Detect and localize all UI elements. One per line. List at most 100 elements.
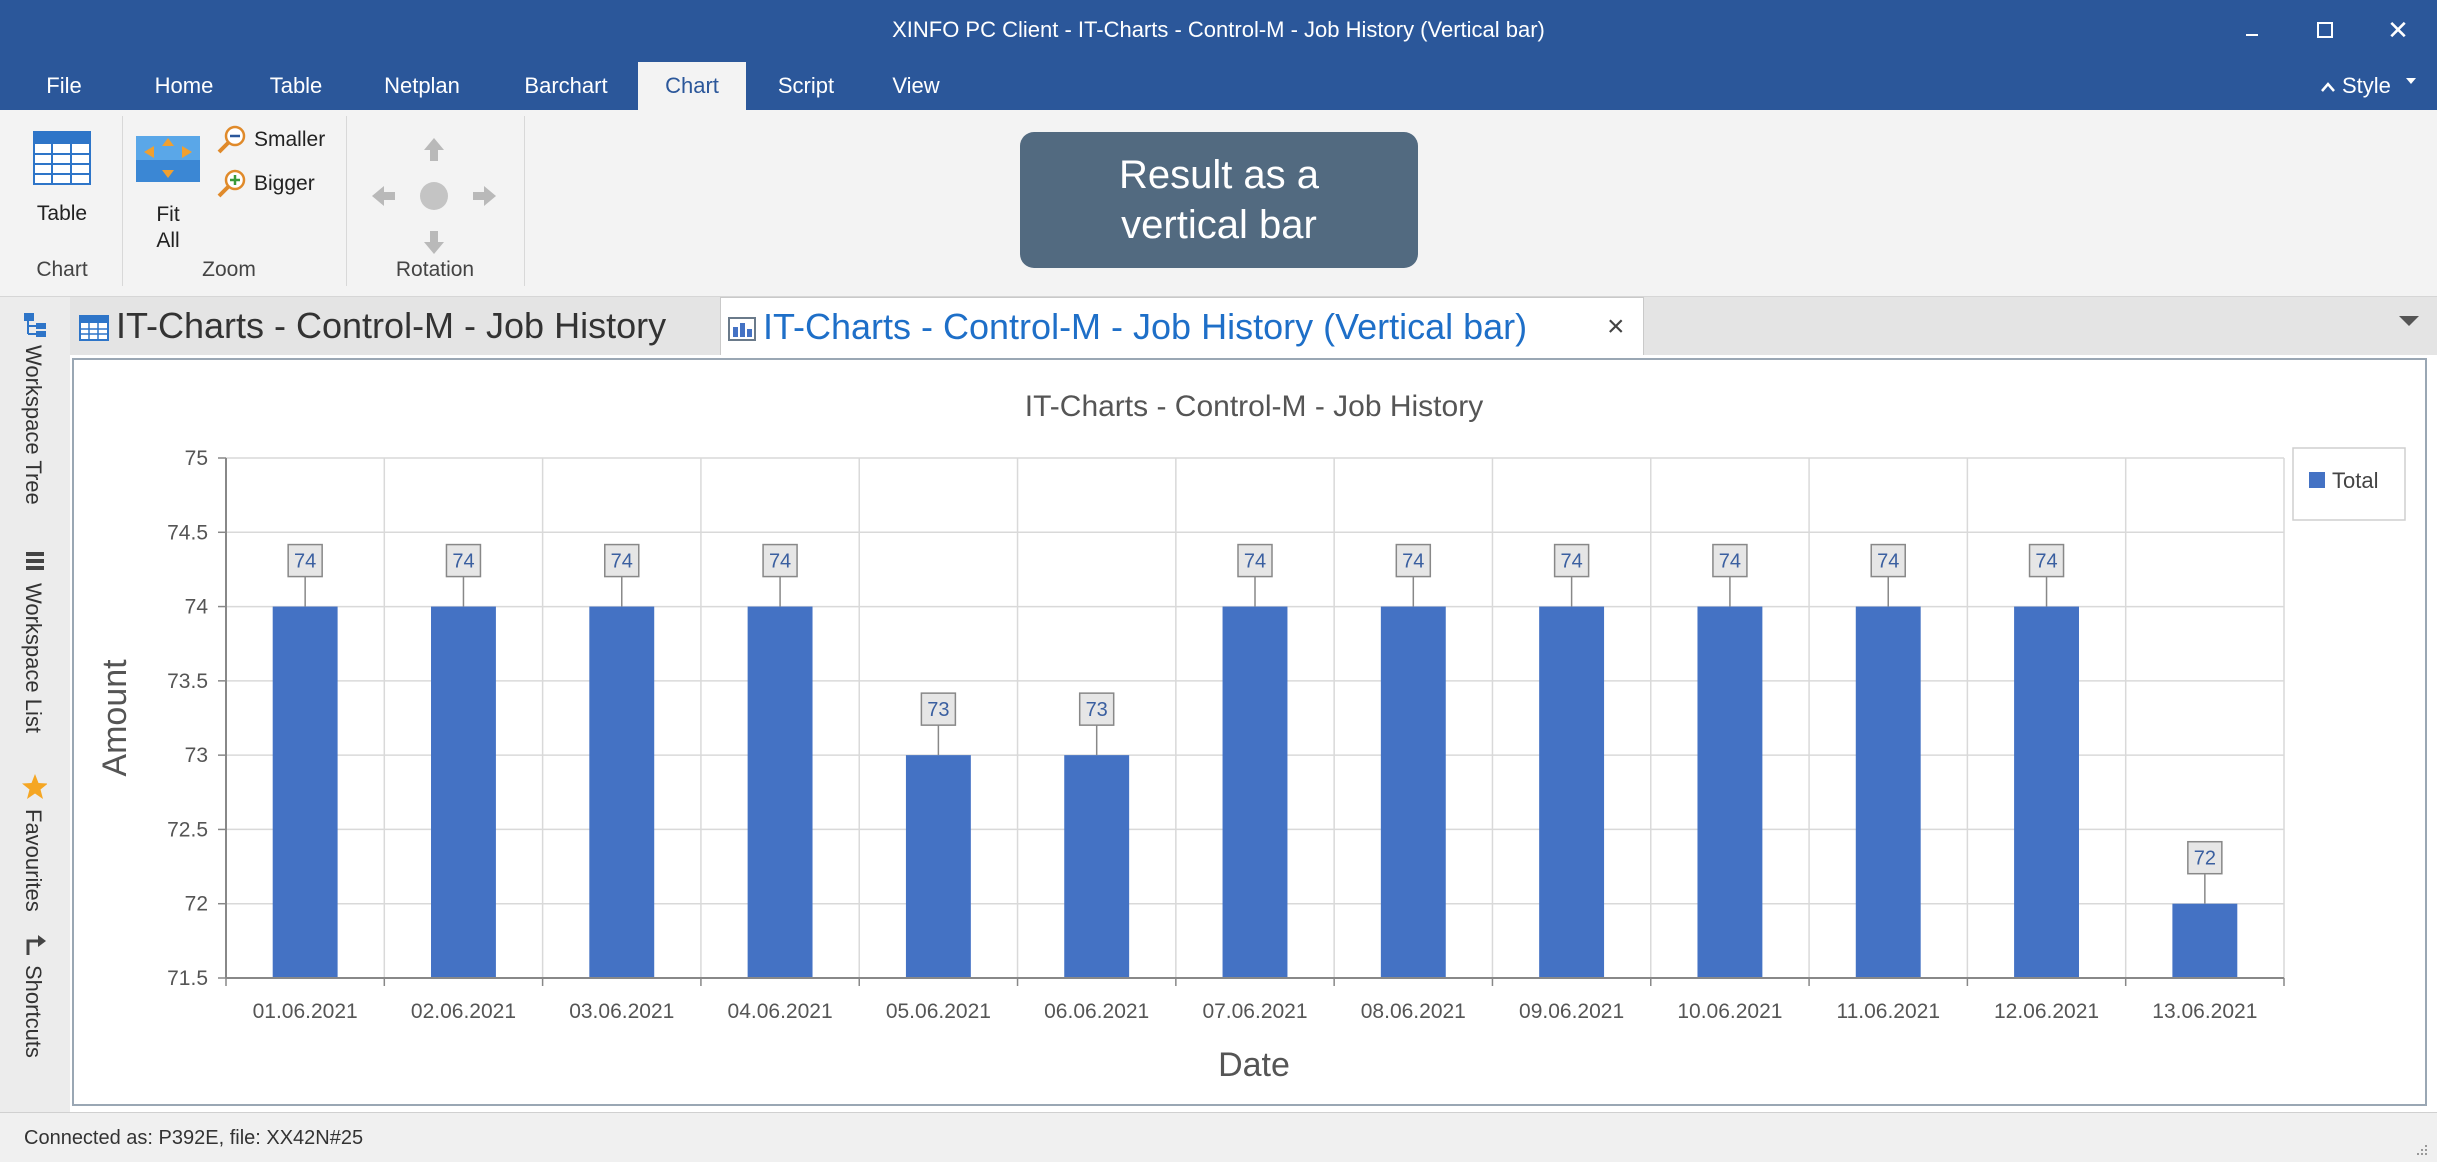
x-tick-label: 08.06.2021 (1361, 1000, 1466, 1023)
bar[interactable] (747, 606, 813, 978)
bar[interactable] (1380, 606, 1446, 978)
data-label: 73 (1086, 699, 1108, 721)
shortcuts-label: Shortcuts (21, 965, 46, 1058)
bar[interactable] (431, 606, 496, 978)
fit-all-label-line1: Fit (156, 203, 180, 226)
bar[interactable] (1697, 606, 1763, 978)
data-label: 74 (1719, 551, 1741, 573)
close-tab-icon[interactable]: × (1607, 298, 1625, 356)
workspace-list-button[interactable]: Workspace List (12, 549, 58, 779)
table-button[interactable]: Table (14, 116, 110, 236)
window-title: XINFO PC Client - IT-Charts - Control-M … (892, 17, 1545, 42)
tab-list-dropdown-icon[interactable] (2399, 316, 2419, 326)
data-label: 74 (294, 551, 316, 573)
legend-label: Total (2332, 468, 2378, 493)
shortcuts-button[interactable]: Shortcuts (12, 931, 58, 1081)
tab-table[interactable]: Table (254, 62, 338, 110)
rotate-right-icon[interactable] (473, 186, 496, 206)
ribbon-separator (122, 116, 123, 286)
data-label: 74 (1244, 551, 1266, 573)
smaller-button[interactable]: Smaller (216, 124, 338, 158)
bigger-label: Bigger (254, 172, 315, 195)
table-icon (33, 131, 91, 185)
callout-line1: Result as a (1118, 153, 1320, 197)
close-icon: ✕ (2387, 14, 2409, 45)
favourites-button[interactable]: Favourites (12, 773, 58, 933)
fit-all-button[interactable]: Fit All (128, 116, 208, 256)
bar[interactable] (589, 606, 655, 978)
x-tick-label: 05.06.2021 (886, 1000, 991, 1023)
bigger-button[interactable]: Bigger (216, 168, 338, 202)
chevron-up-icon (2321, 82, 2335, 93)
x-tick-label: 09.06.2021 (1519, 1000, 1624, 1023)
fit-all-label-line2: All (156, 229, 180, 252)
bar[interactable] (1855, 606, 1921, 978)
tab-barchart[interactable]: Barchart (504, 62, 628, 110)
rotate-left-icon[interactable] (372, 186, 395, 206)
close-button[interactable]: ✕ (2368, 10, 2428, 50)
tab-netplan[interactable]: Netplan (364, 62, 480, 110)
bar[interactable] (272, 606, 338, 978)
group-label-rotation: Rotation (395, 258, 475, 281)
chart-title: IT-Charts - Control-M - Job History (1025, 390, 1483, 423)
x-tick-label: 02.06.2021 (411, 1000, 516, 1023)
bar[interactable] (2014, 606, 2079, 978)
doc-tab-table[interactable]: IT-Charts - Control-M - Job History (78, 297, 710, 355)
chart-panel: IT-Charts - Control-M - Job History 74 74… (72, 358, 2427, 1106)
rotate-down-icon[interactable] (424, 231, 444, 254)
data-label: 74 (1402, 551, 1424, 573)
x-tick-label: 12.06.2021 (1994, 1000, 2099, 1023)
chevron-down-icon (2406, 78, 2416, 84)
workspace-list-label: Workspace List (21, 583, 46, 733)
rotate-reset-icon[interactable] (420, 182, 448, 210)
doc-tab-label: IT-Charts - Control-M - Job History (Ver… (763, 306, 1528, 347)
data-label: 74 (452, 551, 474, 573)
x-tick-label: 04.06.2021 (728, 1000, 833, 1023)
tab-chart[interactable]: Chart (638, 62, 746, 110)
status-bar: Connected as: P392E, file: XX42N#25 (0, 1112, 2437, 1162)
style-menu[interactable]: Style (2320, 62, 2417, 110)
x-tick-label: 11.06.2021 (1836, 1000, 1940, 1023)
tab-home[interactable]: Home (138, 62, 230, 110)
tab-script[interactable]: Script (762, 62, 850, 110)
minimize-button[interactable] (2222, 10, 2282, 50)
workspace-tree-button[interactable]: Workspace Tree (12, 311, 58, 543)
bars (272, 606, 2238, 978)
side-dock: Workspace Tree Workspace List Favourites… (0, 297, 70, 1112)
resize-grip-icon[interactable] (2413, 1141, 2429, 1157)
data-label: 74 (1877, 551, 1899, 573)
chart-window-icon (728, 317, 756, 342)
x-tick-label: 07.06.2021 (1202, 1000, 1307, 1023)
annotation-callout: Result as a vertical bar (1020, 132, 1418, 268)
smaller-label: Smaller (254, 128, 326, 151)
tree-icon (24, 313, 46, 337)
bar[interactable] (1539, 606, 1605, 978)
y-tick-label: 73.5 (167, 670, 208, 693)
bar[interactable] (905, 755, 971, 978)
maximize-icon (2317, 22, 2333, 38)
y-tick-label: 74 (185, 596, 209, 619)
tab-view[interactable]: View (872, 62, 960, 110)
x-tick-label: 06.06.2021 (1044, 1000, 1149, 1023)
shortcut-arrow-icon (26, 935, 46, 955)
title-bar: XINFO PC Client - IT-Charts - Control-M … (0, 0, 2437, 62)
rotation-controls (372, 138, 496, 254)
bar[interactable] (1064, 755, 1130, 978)
y-tick-label: 75 (185, 447, 208, 470)
data-label: 74 (2035, 551, 2057, 573)
y-tick-label: 71.5 (167, 967, 208, 990)
bar[interactable] (2172, 903, 2238, 978)
data-label: 74 (1560, 551, 1582, 573)
table-button-label: Table (36, 202, 88, 225)
bar[interactable] (1222, 606, 1288, 978)
rotate-up-icon[interactable] (424, 138, 444, 161)
table-icon (79, 315, 109, 342)
doc-tab-chart[interactable]: IT-Charts - Control-M - Job History (Ver… (720, 297, 1644, 355)
tab-file[interactable]: File (20, 62, 108, 110)
maximize-button[interactable] (2295, 10, 2355, 50)
star-icon (22, 774, 47, 799)
zoom-in-icon (217, 169, 246, 198)
x-tick-label: 10.06.2021 (1677, 1000, 1782, 1023)
y-axis-title: Amount (96, 659, 134, 777)
data-label: 72 (2194, 848, 2216, 870)
